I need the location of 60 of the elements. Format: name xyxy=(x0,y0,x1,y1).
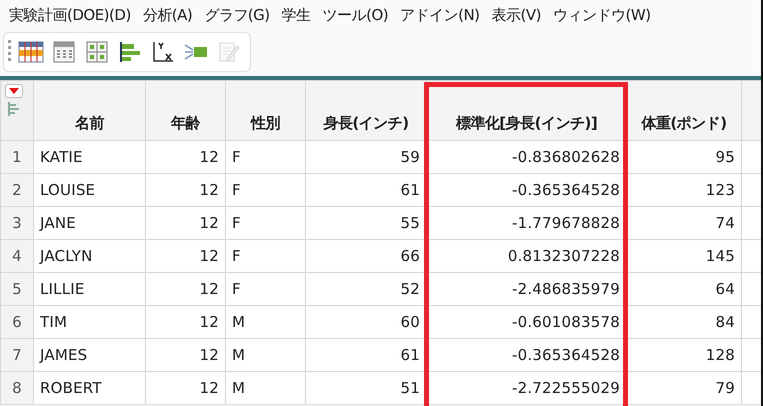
toolbar-grip[interactable] xyxy=(8,40,11,64)
table-cell: F xyxy=(226,206,306,240)
grid-icon[interactable] xyxy=(84,39,110,65)
table-cell: F xyxy=(226,174,306,206)
row-number: 6 xyxy=(0,306,34,338)
caret-icon[interactable] xyxy=(9,88,19,94)
table-cell: 12 xyxy=(146,240,226,272)
menu-item[interactable]: 表示(V) xyxy=(488,4,550,26)
menu-item[interactable]: 学生 xyxy=(278,4,320,26)
table-cell: 12 xyxy=(146,174,226,206)
table-cell: 64 xyxy=(626,272,742,306)
data-table-icon[interactable] xyxy=(18,39,44,65)
table-cell: 12 xyxy=(146,206,226,240)
column-header[interactable]: 年齢 xyxy=(146,80,226,140)
table-cell: 74 xyxy=(626,206,742,240)
table-cell: LOUISE xyxy=(34,174,146,206)
table-cell: 95 xyxy=(626,140,742,174)
menu-item[interactable]: 分析(A) xyxy=(140,4,202,26)
menu-item[interactable]: アドイン(N) xyxy=(397,4,489,26)
table-cell: KATIE xyxy=(34,140,146,174)
menu-item[interactable]: ウィンドウ(W) xyxy=(550,4,660,26)
column-header[interactable]: 性別 xyxy=(226,80,306,140)
table-cell: F xyxy=(226,272,306,306)
bar-chart-icon[interactable] xyxy=(117,39,143,65)
table-cell: M xyxy=(226,372,306,404)
table-cell: JACLYN xyxy=(34,240,146,272)
table-cell: M xyxy=(226,338,306,372)
table-cell: M xyxy=(226,306,306,338)
table-cell: JANE xyxy=(34,206,146,240)
table-cell: 79 xyxy=(626,372,742,404)
table-cell: 12 xyxy=(146,140,226,174)
table-cell: 12 xyxy=(146,338,226,372)
column-header[interactable]: 身長(インチ) xyxy=(306,80,426,140)
table-cell: F xyxy=(226,140,306,174)
table-cell: ROBERT xyxy=(34,372,146,404)
column-header[interactable]: 名前 xyxy=(34,80,146,140)
table-cell: 128 xyxy=(626,338,742,372)
row-number: 7 xyxy=(0,338,34,372)
row-number: 3 xyxy=(0,206,34,240)
row-number: 2 xyxy=(0,174,34,206)
column-header[interactable]: 体重(ポンド) xyxy=(626,80,742,140)
table-cell: LILLIE xyxy=(34,272,146,306)
row-number: 8 xyxy=(0,372,34,404)
table-cell: F xyxy=(226,240,306,272)
table-cell: 145 xyxy=(626,240,742,272)
dropdown-button[interactable] xyxy=(5,84,23,98)
table-cell: 12 xyxy=(146,372,226,404)
menu-item[interactable]: グラフ(G) xyxy=(201,4,279,26)
table-cell: 123 xyxy=(626,174,742,206)
row-number: 4 xyxy=(0,240,34,272)
table-columns-icon[interactable] xyxy=(51,39,77,65)
menu-item[interactable]: ツール(O) xyxy=(320,4,398,26)
table-cell: 12 xyxy=(146,272,226,306)
table-cell: JAMES xyxy=(34,338,146,372)
table-cell: TIM xyxy=(34,306,146,338)
table-cell: 84 xyxy=(626,306,742,338)
row-number: 5 xyxy=(0,272,34,306)
menu-item[interactable]: 実験計画(DOE)(D) xyxy=(6,4,140,26)
table-cell: 12 xyxy=(146,306,226,338)
row-number: 1 xyxy=(0,140,34,174)
